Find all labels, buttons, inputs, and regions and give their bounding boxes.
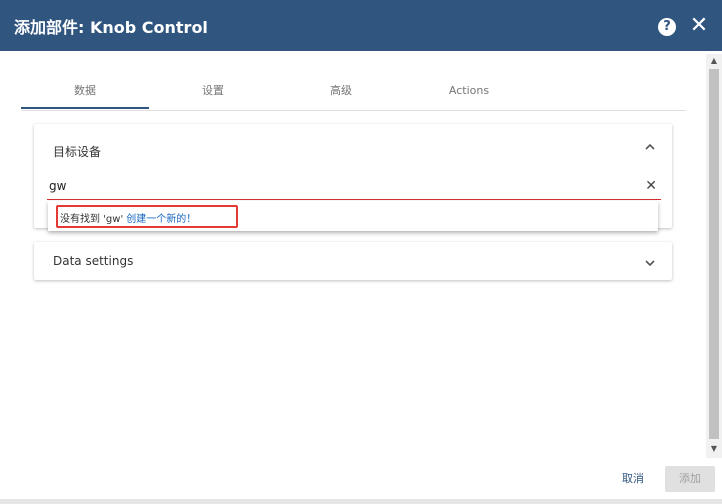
data-settings-panel[interactable]: Data settings [34, 242, 672, 280]
bottom-edge [0, 499, 722, 504]
chevron-down-icon[interactable] [643, 256, 657, 270]
tab-bar: 数据 设置 高级 Actions [21, 75, 686, 111]
tab-advanced[interactable]: 高级 [277, 75, 405, 109]
highlight-annotation [56, 205, 238, 228]
tab-settings[interactable]: 设置 [149, 75, 277, 109]
add-button[interactable]: 添加 [665, 466, 715, 492]
dialog-header: 添加部件: Knob Control ? ✕ [0, 0, 722, 51]
clear-icon[interactable]: ✕ [645, 179, 657, 193]
close-icon[interactable]: ✕ [688, 14, 710, 38]
tab-data[interactable]: 数据 [21, 75, 149, 109]
tab-actions[interactable]: Actions [405, 75, 533, 109]
target-device-title: 目标设备 [53, 145, 102, 159]
data-settings-title: Data settings [53, 254, 134, 268]
scroll-down-icon[interactable]: ▼ [706, 444, 722, 454]
dialog-title: 添加部件: Knob Control [14, 18, 208, 37]
chevron-up-icon[interactable] [643, 140, 657, 154]
device-search-input[interactable] [47, 178, 631, 194]
add-widget-dialog: 添加部件: Knob Control ? ✕ 数据 设置 高级 Actions … [0, 0, 722, 504]
scrollbar-thumb[interactable] [709, 69, 719, 439]
scroll-up-icon[interactable]: ▲ [706, 56, 722, 66]
help-icon[interactable]: ? [658, 18, 676, 36]
scrollbar[interactable]: ▲ ▼ [706, 54, 722, 458]
cancel-button[interactable]: 取消 [613, 466, 653, 492]
device-search-field[interactable]: ✕ [47, 177, 661, 200]
